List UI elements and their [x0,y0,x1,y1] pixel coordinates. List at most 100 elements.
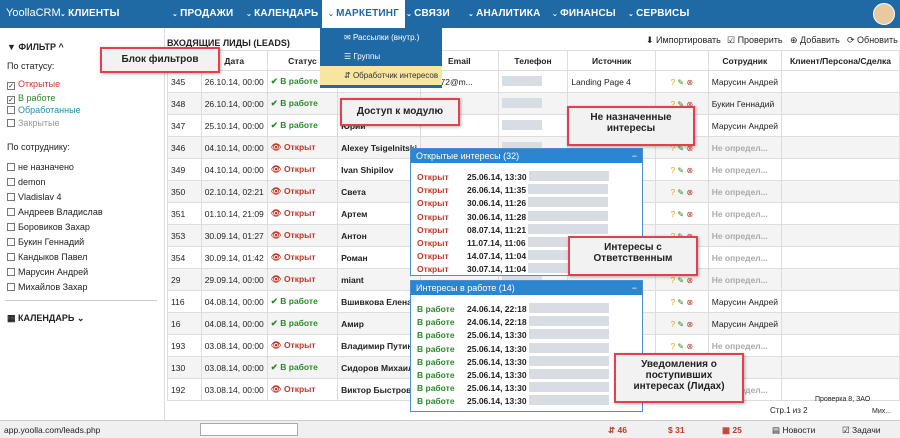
employee-checkbox[interactable]: Букин Геннадий [7,237,84,247]
delete-icon[interactable]: ⊗ [687,78,694,87]
import-button[interactable]: ⬇ Импортировать [646,35,721,46]
news-button[interactable]: ▤ Новости [772,425,815,436]
employee-checkbox[interactable]: Кандыков Павел [7,252,87,262]
app-logo[interactable]: YoollaCRM [6,7,61,19]
help-icon[interactable]: ? [671,188,675,197]
row-actions[interactable]: ? ✎ ⊗ [655,312,709,335]
employee-checkbox[interactable]: Vladislav 4 [7,192,62,202]
employee-checkbox[interactable]: Боровиков Захар [7,222,90,232]
table-row[interactable]: 348 26.10.14, 00:00 ✔ В работе? ✎ ⊗ Букин Г… [167,92,900,115]
interest-item[interactable]: В работе 25.06.14, 13:30 [417,355,637,367]
calendar-section[interactable]: ▦ КАЛЕНДАРЬ ⌄ [7,313,84,324]
interest-item[interactable]: В работе 25.06.14, 13:30 [417,395,637,406]
nav-marketing[interactable]: ⌄ МАРКЕТИНГ [322,0,406,28]
interest-item[interactable]: Открыт 30.06.14, 11:28 [417,210,637,222]
interest-item[interactable]: В работе 24.06.14, 22:18 [417,303,637,314]
edit-icon[interactable]: ✎ [677,342,684,351]
notifications-button[interactable]: ⇵ 46 [608,425,627,436]
nav-connections[interactable]: ⌄ СВЯЗИ [406,8,450,19]
interest-item[interactable]: В работе 24.06.14, 22:18 [417,316,637,327]
row-actions[interactable]: ? ✎ ⊗ [655,180,709,203]
row-name[interactable]: Сидоров Михаил [337,356,421,379]
nav-services[interactable]: ⌄ СЕРВИСЫ [628,8,689,19]
row-name[interactable]: Артем [337,202,421,225]
interest-item[interactable]: Открыт 26.06.14, 11:35 [417,184,637,195]
col-employee[interactable]: Сотрудник [707,50,782,71]
delete-icon[interactable]: ⊗ [687,166,694,175]
nav-clients[interactable]: ⌄ КЛИЕНТЫ [60,8,120,19]
help-icon[interactable]: ? [671,210,675,219]
edit-icon[interactable]: ✎ [677,78,684,87]
open-interests-header[interactable]: Открытые интересы (32) − [411,149,642,163]
status-work-checkbox[interactable]: ✓ В работе [7,93,56,104]
help-icon[interactable]: ? [671,276,675,285]
row-name[interactable]: Роман [337,246,421,269]
more-link[interactable]: Мих... [872,408,891,415]
edit-icon[interactable]: ✎ [677,210,684,219]
edit-icon[interactable]: ✎ [677,166,684,175]
table-row[interactable]: 34725.10.14, 00:00✔ В работеЮрий? ✎ ⊗Мар… [167,114,900,137]
help-icon[interactable]: ? [671,298,675,307]
delete-icon[interactable]: ⊗ [687,298,694,307]
menu-groups[interactable]: ☰ Группы [320,47,442,66]
row-name[interactable]: Антон [337,224,421,247]
nav-calendar[interactable]: ⌄ КАЛЕНДАРЬ [246,8,318,19]
interest-item[interactable]: В работе 25.06.14, 13:30 [417,382,637,393]
edit-icon[interactable]: ✎ [677,188,684,197]
badge-deals[interactable]: $ 31 [668,425,685,435]
help-icon[interactable]: ? [671,342,675,351]
interest-item[interactable]: Открыт 08.07.14, 11:21 [417,223,637,235]
row-actions[interactable]: ? ✎ ⊗ [655,158,709,181]
col-client[interactable]: Клиент/Персона/Сделка [780,50,900,71]
row-actions[interactable]: ? ✎ ⊗ [655,202,709,225]
add-button[interactable]: ⊕ Добавить [790,35,840,46]
col-phone[interactable]: Телефон [497,50,569,71]
employee-checkbox[interactable]: не назначено [7,162,74,172]
menu-mailings[interactable]: ✉ Рассылки (внутр.) [320,28,442,47]
col-source[interactable]: Источник [567,50,657,71]
interest-item[interactable]: Открыт 30.06.14, 11:26 [417,197,637,208]
row-name[interactable]: Вшивкова Елена [337,290,421,313]
nav-finance[interactable]: ⌄ ФИНАНСЫ [552,8,616,19]
status-closed-checkbox[interactable]: Закрытые [7,118,59,128]
help-icon[interactable]: ? [671,78,675,87]
user-avatar[interactable] [873,3,895,25]
filter-title[interactable]: ▼ ФИЛЬТР ^ [7,42,64,52]
row-name[interactable]: Владимир Путин [337,334,421,357]
edit-icon[interactable]: ✎ [677,298,684,307]
delete-icon[interactable]: ⊗ [687,320,694,329]
status-processed-checkbox[interactable]: Обработанные [7,105,81,115]
nav-sales[interactable]: ⌄ ПРОДАЖИ [172,8,233,19]
row-name[interactable]: Виктор Быстров [337,378,421,401]
table-row[interactable]: 345 26.10.14, 00:00 ✔ В работе print72@m...… [167,70,900,93]
check-button[interactable]: ☑ Проверить [727,35,783,46]
quick-input[interactable] [200,423,298,436]
pagination[interactable]: Стр.1 из 2 [770,406,808,415]
interest-item[interactable]: Открыт 25.06.14, 13:30 [417,171,637,182]
employee-checkbox[interactable]: Михайлов Захар [7,282,87,292]
nav-analytics[interactable]: ⌄ АНАЛИТИКА [468,8,541,19]
row-actions[interactable]: ? ✎ ⊗ [655,70,709,93]
tasks-button[interactable]: ☑ Задачи [842,425,881,436]
interest-item[interactable]: В работе 25.06.14, 13:30 [417,342,637,354]
row-name[interactable]: Ivan Shipilov [337,158,421,181]
help-icon[interactable]: ? [671,320,675,329]
refresh-button[interactable]: ⟳ Обновить [847,35,898,46]
row-name[interactable]: miant [337,268,421,291]
delete-icon[interactable]: ⊗ [687,188,694,197]
row-name[interactable]: Амир [337,312,421,335]
help-icon[interactable]: ? [671,166,675,175]
row-actions[interactable]: ? ✎ ⊗ [655,290,709,313]
edit-icon[interactable]: ✎ [677,320,684,329]
row-name[interactable]: Света [337,180,421,203]
employee-checkbox[interactable]: demon [7,177,46,187]
edit-icon[interactable]: ✎ [677,276,684,285]
delete-icon[interactable]: ⊗ [687,276,694,285]
client-link[interactable]: Проверка 8, ЗАО [815,396,870,403]
badge-calendar[interactable]: ▦ 25 [722,425,742,436]
work-interests-header[interactable]: Интересы в работе (14) − [411,281,642,295]
employee-checkbox[interactable]: Андреев Владислав [7,207,103,217]
interest-item[interactable]: В работе 25.06.14, 13:30 [417,369,637,380]
delete-icon[interactable]: ⊗ [687,210,694,219]
interest-item[interactable]: В работе 25.06.14, 13:30 [417,329,637,340]
